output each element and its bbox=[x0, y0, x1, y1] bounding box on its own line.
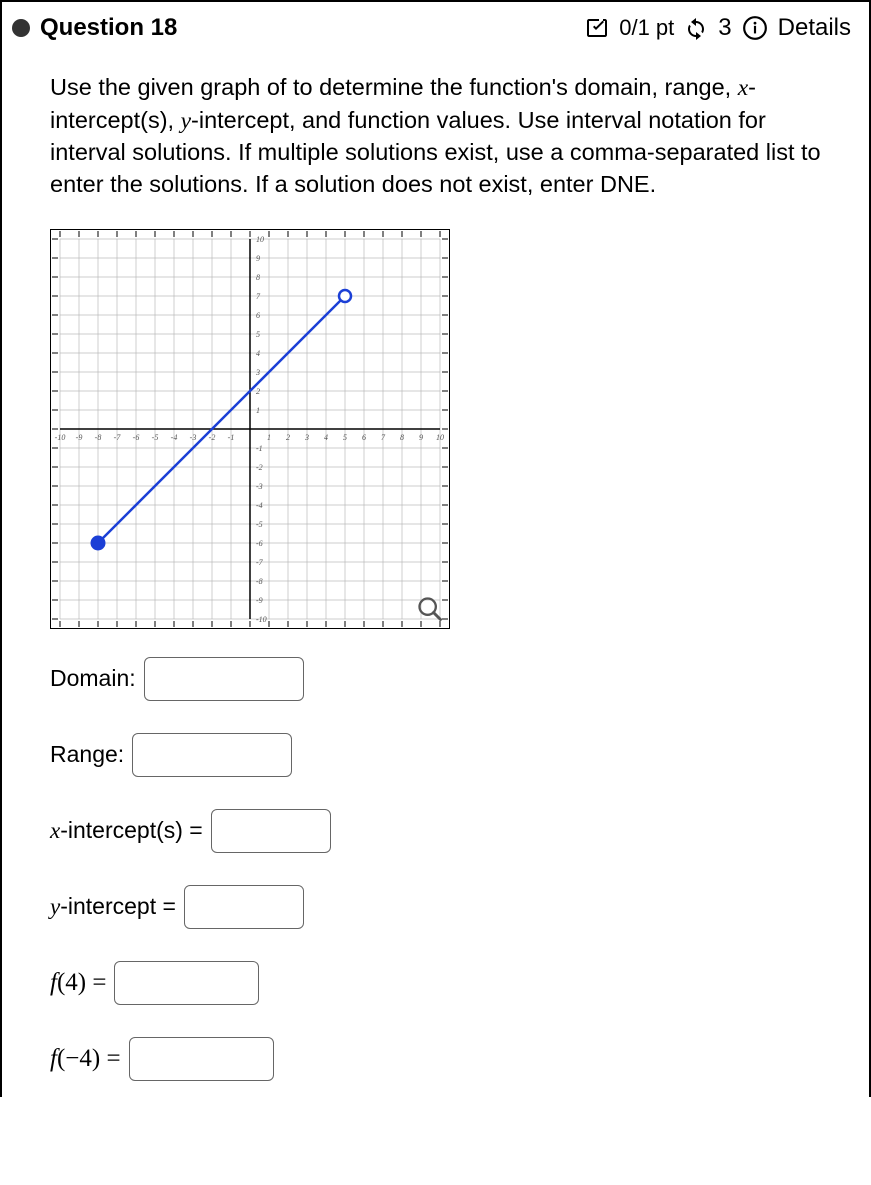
f-of-4-row: f(4) = bbox=[50, 961, 821, 1005]
svg-text:4: 4 bbox=[324, 433, 328, 442]
range-row: Range: bbox=[50, 733, 821, 777]
retry-icon bbox=[684, 16, 708, 40]
svg-text:-6: -6 bbox=[133, 433, 140, 442]
svg-text:5: 5 bbox=[256, 330, 260, 339]
svg-text:-3: -3 bbox=[256, 482, 263, 491]
details-link[interactable]: Details bbox=[778, 14, 851, 42]
svg-text:6: 6 bbox=[256, 311, 260, 320]
svg-text:7: 7 bbox=[381, 433, 386, 442]
svg-text:1: 1 bbox=[256, 406, 260, 415]
header-right: 0/1 pt 3 Details bbox=[585, 14, 851, 42]
f-of-4-label: f(4) = bbox=[50, 969, 106, 997]
svg-text:5: 5 bbox=[343, 433, 347, 442]
svg-text:-8: -8 bbox=[256, 577, 263, 586]
prompt-yvar: y bbox=[181, 108, 191, 134]
svg-text:4: 4 bbox=[256, 349, 260, 358]
question-number: Question 18 bbox=[40, 14, 177, 42]
x-intercept-input[interactable] bbox=[211, 809, 331, 853]
svg-text:-8: -8 bbox=[95, 433, 102, 442]
svg-text:-9: -9 bbox=[76, 433, 83, 442]
y-intercept-row: y-intercept = bbox=[50, 885, 821, 929]
question-card: Question 18 0/1 pt 3 Details Use the giv… bbox=[0, 0, 871, 1097]
x-intercept-label: x-intercept(s) = bbox=[50, 817, 203, 844]
svg-text:-10: -10 bbox=[55, 433, 66, 442]
svg-text:7: 7 bbox=[256, 292, 261, 301]
question-body: Use the given graph of to determine the … bbox=[2, 54, 869, 1097]
info-icon[interactable] bbox=[742, 15, 768, 41]
svg-text:2: 2 bbox=[256, 387, 260, 396]
question-header: Question 18 0/1 pt 3 Details bbox=[2, 2, 869, 54]
prompt-xvar: x bbox=[738, 75, 748, 101]
f-of-4-input[interactable] bbox=[114, 961, 259, 1005]
f-of-neg4-label: f(−4) = bbox=[50, 1045, 121, 1073]
svg-text:10: 10 bbox=[256, 235, 264, 244]
svg-text:-4: -4 bbox=[171, 433, 178, 442]
svg-text:-4: -4 bbox=[256, 501, 263, 510]
domain-row: Domain: bbox=[50, 657, 821, 701]
checkbox-icon bbox=[585, 16, 609, 40]
svg-text:6: 6 bbox=[362, 433, 366, 442]
svg-text:9: 9 bbox=[256, 254, 260, 263]
question-prompt: Use the given graph of to determine the … bbox=[50, 72, 821, 201]
svg-text:8: 8 bbox=[256, 273, 260, 282]
svg-text:-2: -2 bbox=[256, 463, 263, 472]
svg-text:2: 2 bbox=[286, 433, 290, 442]
svg-text:9: 9 bbox=[419, 433, 423, 442]
y-intercept-label: y-intercept = bbox=[50, 893, 176, 920]
f-of-neg4-row: f(−4) = bbox=[50, 1037, 821, 1081]
range-input[interactable] bbox=[132, 733, 292, 777]
svg-text:-5: -5 bbox=[152, 433, 159, 442]
x-intercept-row: x-intercept(s) = bbox=[50, 809, 821, 853]
zoom-icon[interactable] bbox=[416, 595, 444, 623]
function-graph: -10 -9 -8 -7 -6 -5 -4 -3 -2 -1 1 2 3 4 5 6 7 8 9 10 -10 -9 -8 -… bbox=[50, 229, 450, 629]
svg-text:-1: -1 bbox=[256, 444, 263, 453]
domain-input[interactable] bbox=[144, 657, 304, 701]
svg-text:-1: -1 bbox=[228, 433, 235, 442]
attempts-count: 3 bbox=[718, 14, 731, 42]
svg-text:-7: -7 bbox=[256, 558, 264, 567]
svg-text:-9: -9 bbox=[256, 596, 263, 605]
svg-text:8: 8 bbox=[400, 433, 404, 442]
y-intercept-input[interactable] bbox=[184, 885, 304, 929]
svg-text:3: 3 bbox=[304, 433, 309, 442]
header-left: Question 18 bbox=[12, 14, 177, 42]
points-text: 0/1 pt bbox=[619, 15, 674, 41]
svg-text:-3: -3 bbox=[190, 433, 197, 442]
svg-text:-10: -10 bbox=[256, 615, 267, 624]
domain-label: Domain: bbox=[50, 665, 136, 692]
svg-text:3: 3 bbox=[255, 368, 260, 377]
svg-text:-2: -2 bbox=[209, 433, 216, 442]
svg-text:10: 10 bbox=[436, 433, 444, 442]
svg-text:-7: -7 bbox=[114, 433, 122, 442]
svg-text:-6: -6 bbox=[256, 539, 263, 548]
f-of-neg4-input[interactable] bbox=[129, 1037, 274, 1081]
svg-text:-5: -5 bbox=[256, 520, 263, 529]
range-label: Range: bbox=[50, 741, 124, 768]
status-bullet-icon bbox=[12, 19, 30, 37]
svg-text:1: 1 bbox=[267, 433, 271, 442]
prompt-part1: Use the given graph of to determine the … bbox=[50, 74, 738, 100]
